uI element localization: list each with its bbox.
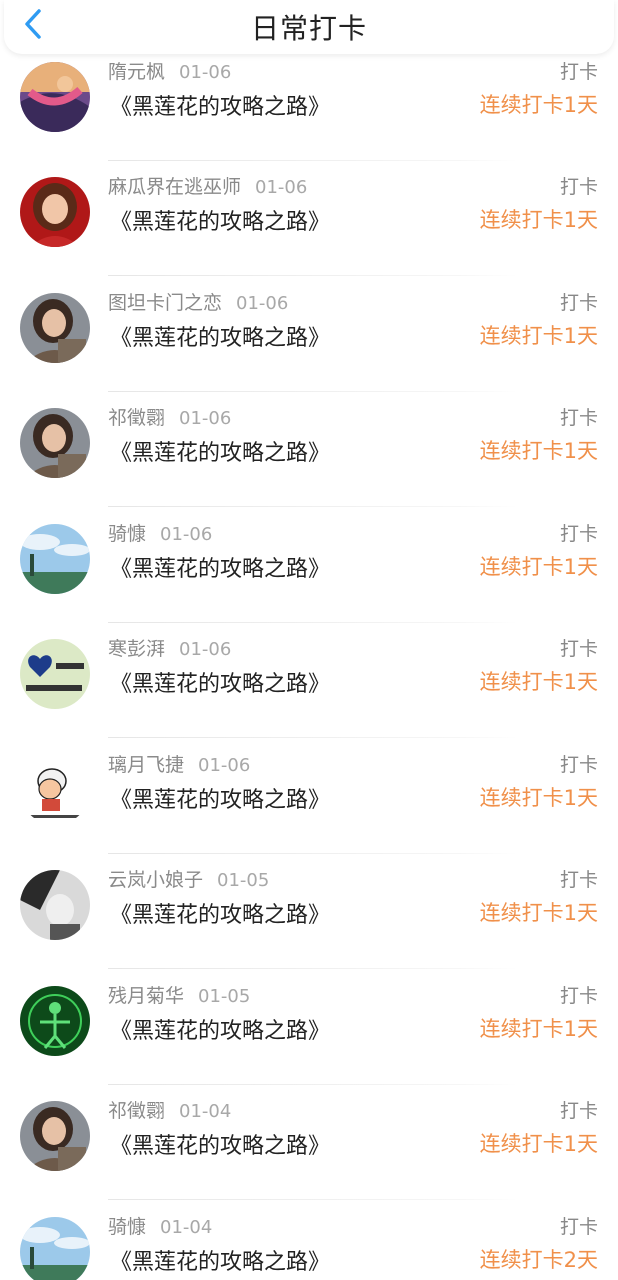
checkin-label: 打卡 <box>559 985 598 1007</box>
avatar[interactable] <box>20 408 90 478</box>
user-line: 寒彭湃 01-06 <box>108 634 231 661</box>
user-line: 图坦卡门之恋 01-06 <box>108 288 288 315</box>
checkin-date: 01-06 <box>179 408 232 429</box>
book-title[interactable]: 《黑莲花的攻略之路》 <box>110 89 330 121</box>
checkin-row[interactable]: 麻瓜界在逃巫师 01-06 《黑莲花的攻略之路》 打卡 连续打卡1天 <box>0 161 618 276</box>
checkin-label: 打卡 <box>559 754 598 776</box>
user-name[interactable]: 隋元枫 <box>108 61 165 83</box>
divider <box>108 1199 518 1200</box>
user-line: 麻瓜界在逃巫师 01-06 <box>108 172 307 199</box>
divider <box>108 968 518 969</box>
user-name[interactable]: 骑慷 <box>108 1216 146 1238</box>
user-line: 骑慷 01-06 <box>108 519 212 546</box>
user-name[interactable]: 麻瓜界在逃巫师 <box>108 176 241 198</box>
checkin-row[interactable]: 隋元枫 01-06 《黑莲花的攻略之路》 打卡 连续打卡1天 <box>0 46 618 161</box>
checkin-date: 01-06 <box>179 62 232 83</box>
user-line: 祁徵翾 01-06 <box>108 403 231 430</box>
user-name[interactable]: 璃月飞捷 <box>108 754 184 776</box>
checkin-label: 打卡 <box>559 523 598 545</box>
avatar[interactable] <box>20 986 90 1056</box>
streak-label: 连续打卡2天 <box>479 1248 598 1272</box>
avatar[interactable] <box>20 755 90 825</box>
avatar[interactable] <box>20 177 90 247</box>
user-name[interactable]: 骑慷 <box>108 523 146 545</box>
avatar[interactable] <box>20 62 90 132</box>
user-name[interactable]: 祁徵翾 <box>108 407 165 429</box>
checkin-label: 打卡 <box>559 1100 598 1122</box>
checkin-row[interactable]: 祁徵翾 01-06 《黑莲花的攻略之路》 打卡 连续打卡1天 <box>0 392 618 507</box>
divider <box>108 506 518 507</box>
book-title[interactable]: 《黑莲花的攻略之路》 <box>110 1128 330 1160</box>
streak-label: 连续打卡1天 <box>479 93 598 117</box>
checkin-row[interactable]: 骑慷 01-06 《黑莲花的攻略之路》 打卡 连续打卡1天 <box>0 508 618 623</box>
user-name[interactable]: 寒彭湃 <box>108 638 165 660</box>
book-title[interactable]: 《黑莲花的攻略之路》 <box>110 1013 330 1045</box>
top-bar: 日常打卡 <box>0 0 618 54</box>
avatar[interactable] <box>20 1217 90 1280</box>
avatar[interactable] <box>20 1101 90 1171</box>
checkin-date: 01-06 <box>160 524 213 545</box>
book-title[interactable]: 《黑莲花的攻略之路》 <box>110 435 330 467</box>
book-title[interactable]: 《黑莲花的攻略之路》 <box>110 782 330 814</box>
user-line: 隋元枫 01-06 <box>108 57 231 84</box>
user-line: 骑慷 01-04 <box>108 1212 212 1239</box>
checkin-date: 01-04 <box>160 1217 213 1238</box>
checkin-date: 01-05 <box>217 870 270 891</box>
book-title[interactable]: 《黑莲花的攻略之路》 <box>110 320 330 352</box>
divider <box>108 275 518 276</box>
streak-label: 连续打卡1天 <box>479 555 598 579</box>
checkin-row[interactable]: 骑慷 01-04 《黑莲花的攻略之路》 打卡 连续打卡2天 <box>0 1201 618 1280</box>
checkin-date: 01-06 <box>236 293 289 314</box>
user-name[interactable]: 图坦卡门之恋 <box>108 292 222 314</box>
checkin-label: 打卡 <box>559 407 598 429</box>
checkin-row[interactable]: 云岚小娘子 01-05 《黑莲花的攻略之路》 打卡 连续打卡1天 <box>0 854 618 969</box>
avatar[interactable] <box>20 870 90 940</box>
checkin-label: 打卡 <box>559 292 598 314</box>
checkin-row[interactable]: 璃月飞捷 01-06 《黑莲花的攻略之路》 打卡 连续打卡1天 <box>0 739 618 854</box>
checkin-row[interactable]: 图坦卡门之恋 01-06 《黑莲花的攻略之路》 打卡 连续打卡1天 <box>0 277 618 392</box>
user-name[interactable]: 残月菊华 <box>108 985 184 1007</box>
checkin-date: 01-05 <box>198 986 251 1007</box>
book-title[interactable]: 《黑莲花的攻略之路》 <box>110 897 330 929</box>
avatar[interactable] <box>20 524 90 594</box>
user-name[interactable]: 云岚小娘子 <box>108 869 203 891</box>
checkin-page: 隋元枫 01-06 《黑莲花的攻略之路》 打卡 连续打卡1天 麻瓜界在逃巫师 01-… <box>0 0 618 1280</box>
checkin-date: 01-06 <box>198 755 251 776</box>
checkin-label: 打卡 <box>559 638 598 660</box>
checkin-date: 01-06 <box>255 177 308 198</box>
streak-label: 连续打卡1天 <box>479 324 598 348</box>
avatar[interactable] <box>20 639 90 709</box>
streak-label: 连续打卡1天 <box>479 786 598 810</box>
checkin-label: 打卡 <box>559 176 598 198</box>
streak-label: 连续打卡1天 <box>479 1017 598 1041</box>
page-title: 日常打卡 <box>250 12 367 45</box>
streak-label: 连续打卡1天 <box>479 901 598 925</box>
user-name[interactable]: 祁徵翾 <box>108 1100 165 1122</box>
streak-label: 连续打卡1天 <box>479 1132 598 1156</box>
user-line: 璃月飞捷 01-06 <box>108 750 250 777</box>
user-line: 祁徵翾 01-04 <box>108 1096 231 1123</box>
book-title[interactable]: 《黑莲花的攻略之路》 <box>110 666 330 698</box>
checkin-row[interactable]: 祁徵翾 01-04 《黑莲花的攻略之路》 打卡 连续打卡1天 <box>0 1085 618 1200</box>
streak-label: 连续打卡1天 <box>479 670 598 694</box>
divider <box>108 737 518 738</box>
avatar[interactable] <box>20 293 90 363</box>
book-title[interactable]: 《黑莲花的攻略之路》 <box>110 204 330 236</box>
user-line: 云岚小娘子 01-05 <box>108 865 269 892</box>
checkin-date: 01-04 <box>179 1101 232 1122</box>
checkin-row[interactable]: 残月菊华 01-05 《黑莲花的攻略之路》 打卡 连续打卡1天 <box>0 970 618 1085</box>
checkin-label: 打卡 <box>559 61 598 83</box>
checkin-row[interactable]: 寒彭湃 01-06 《黑莲花的攻略之路》 打卡 连续打卡1天 <box>0 623 618 738</box>
checkin-label: 打卡 <box>559 869 598 891</box>
book-title[interactable]: 《黑莲花的攻略之路》 <box>110 551 330 583</box>
checkin-date: 01-06 <box>179 639 232 660</box>
streak-label: 连续打卡1天 <box>479 439 598 463</box>
user-line: 残月菊华 01-05 <box>108 981 250 1008</box>
checkin-label: 打卡 <box>559 1216 598 1238</box>
streak-label: 连续打卡1天 <box>479 208 598 232</box>
book-title[interactable]: 《黑莲花的攻略之路》 <box>110 1244 330 1276</box>
